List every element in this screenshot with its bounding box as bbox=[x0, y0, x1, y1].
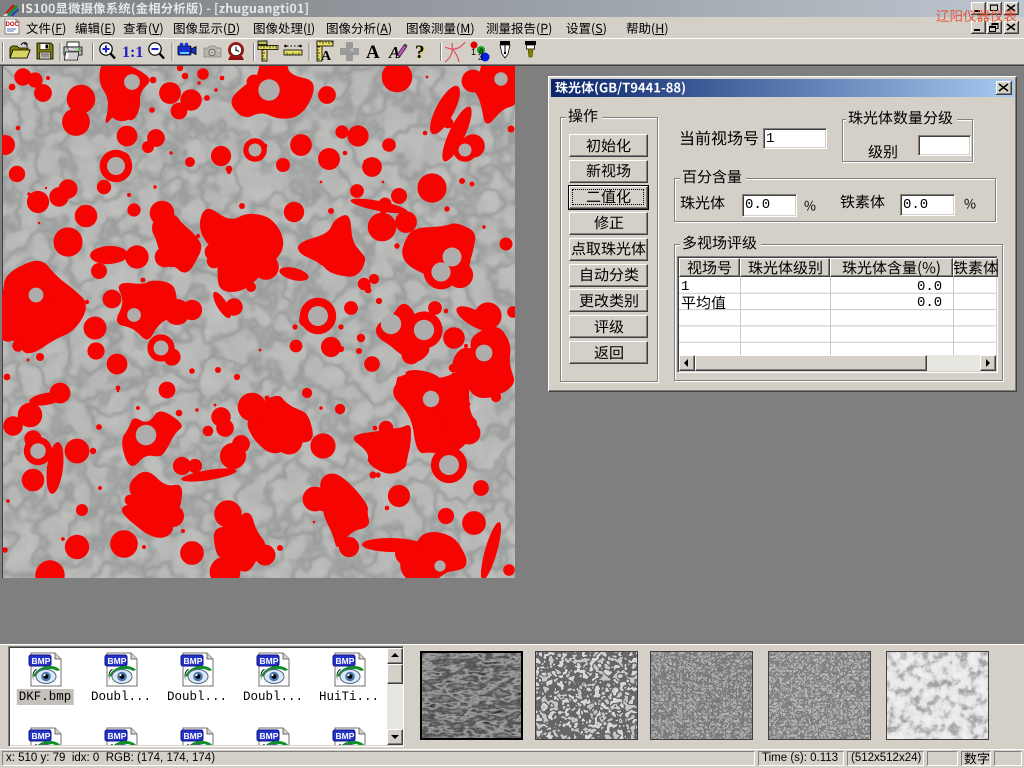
svg-text:BMP: BMP bbox=[184, 656, 203, 666]
svg-text:BMP: BMP bbox=[108, 656, 127, 666]
svg-text:BMP: BMP bbox=[32, 656, 51, 666]
svg-text:BMP: BMP bbox=[184, 731, 203, 741]
svg-text:BMP: BMP bbox=[108, 731, 127, 741]
svg-text:BMP: BMP bbox=[32, 731, 51, 741]
svg-text:BMP: BMP bbox=[336, 731, 355, 741]
svg-text:BMP: BMP bbox=[260, 731, 279, 741]
svg-text:BMP: BMP bbox=[260, 656, 279, 666]
svg-text:BMP: BMP bbox=[336, 656, 355, 666]
